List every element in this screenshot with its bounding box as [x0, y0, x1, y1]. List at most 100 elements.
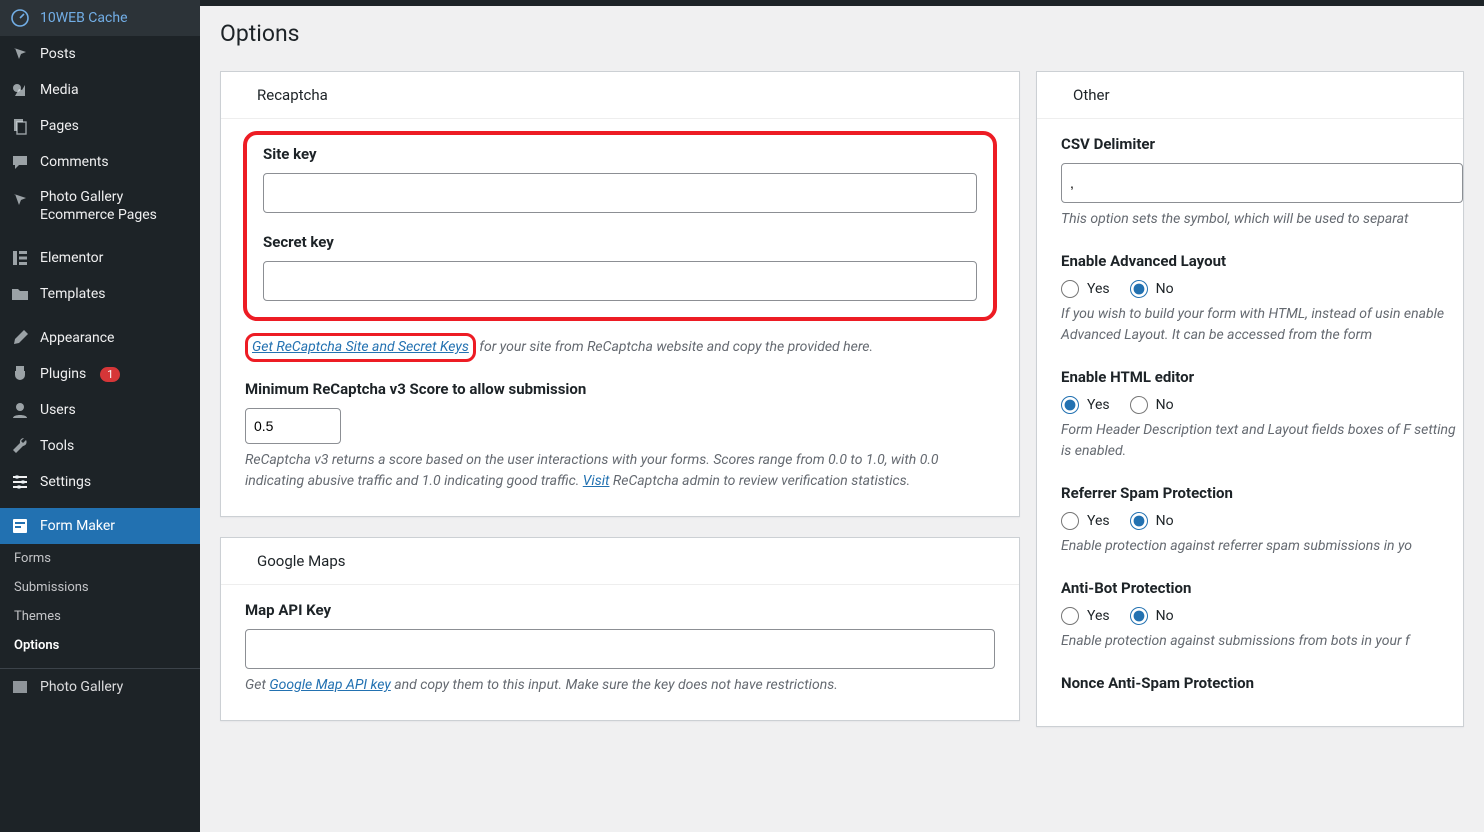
- sidebar-label: Posts: [40, 46, 76, 62]
- csv-delimiter-input[interactable]: [1061, 163, 1463, 203]
- recaptcha-heading: Recaptcha: [221, 72, 1019, 119]
- advanced-layout-no-radio[interactable]: [1130, 280, 1148, 298]
- spam-protection-label: Referrer Spam Protection: [1061, 484, 1463, 502]
- sidebar-label: Form Maker: [40, 518, 115, 534]
- sidebar-item-form-maker[interactable]: Form Maker: [0, 508, 200, 544]
- plugins-badge: 1: [100, 367, 120, 382]
- sidebar-item-settings[interactable]: Settings: [0, 464, 200, 500]
- yes-label: Yes: [1087, 513, 1110, 529]
- html-editor-label: Enable HTML editor: [1061, 368, 1463, 386]
- get-recaptcha-keys-link[interactable]: Get ReCaptcha Site and Secret Keys: [252, 339, 469, 355]
- no-label: No: [1156, 397, 1174, 413]
- advanced-layout-yes-radio[interactable]: [1061, 280, 1079, 298]
- pin-icon: [10, 190, 30, 210]
- sidebar-item-pages[interactable]: Pages: [0, 108, 200, 144]
- site-key-label: Site key: [263, 145, 977, 163]
- elementor-icon: [10, 248, 30, 268]
- min-score-input[interactable]: [245, 408, 341, 444]
- html-editor-desc: Form Header Description text and Layout …: [1061, 420, 1463, 462]
- media-icon: [10, 80, 30, 100]
- map-api-desc: Get Google Map API key and copy them to …: [245, 675, 995, 696]
- sidebar-label: 10WEB Cache: [40, 10, 128, 26]
- pin-icon: [10, 44, 30, 64]
- sidebar-label: Elementor: [40, 250, 103, 266]
- form-icon: [10, 516, 30, 536]
- no-label: No: [1156, 513, 1174, 529]
- sidebar-item-elementor[interactable]: Elementor: [0, 240, 200, 276]
- sidebar-label: Photo Gallery Ecommerce Pages: [40, 188, 190, 224]
- visit-recaptcha-link[interactable]: Visit: [583, 473, 610, 489]
- user-icon: [10, 400, 30, 420]
- sidebar-item-tools[interactable]: Tools: [0, 428, 200, 464]
- spam-protection-desc: Enable protection against referrer spam …: [1061, 536, 1463, 557]
- min-score-label: Minimum ReCaptcha v3 Score to allow subm…: [245, 380, 995, 398]
- get-recaptcha-keys-highlight: Get ReCaptcha Site and Secret Keys: [245, 333, 476, 362]
- sliders-icon: [10, 472, 30, 492]
- recaptcha-get-keys-desc: Get ReCaptcha Site and Secret Keys for y…: [245, 327, 995, 362]
- spam-yes-radio[interactable]: [1061, 512, 1079, 530]
- site-key-input[interactable]: [263, 173, 977, 213]
- plug-icon: [10, 364, 30, 384]
- submenu-submissions[interactable]: Submissions: [0, 573, 200, 602]
- min-score-desc: ReCaptcha v3 returns a score based on th…: [245, 450, 995, 492]
- sidebar-item-posts[interactable]: Posts: [0, 36, 200, 72]
- csv-delimiter-label: CSV Delimiter: [1061, 135, 1463, 153]
- google-maps-card: Google Maps Map API Key Get Google Map A…: [220, 537, 1020, 721]
- map-api-key-label: Map API Key: [245, 601, 995, 619]
- get-keys-rest: for your site from ReCaptcha website and…: [476, 339, 873, 355]
- sidebar-label: Plugins: [40, 366, 86, 382]
- yes-label: Yes: [1087, 281, 1110, 297]
- page-title: Options: [220, 0, 1464, 71]
- antibot-yes-radio[interactable]: [1061, 607, 1079, 625]
- content-area: Options Recaptcha Site key Secret key G: [200, 0, 1484, 832]
- sidebar-label: Settings: [40, 474, 91, 490]
- sidebar-item-plugins[interactable]: Plugins 1: [0, 356, 200, 392]
- yes-label: Yes: [1087, 608, 1110, 624]
- nonce-label: Nonce Anti-Spam Protection: [1061, 674, 1463, 692]
- sidebar-item-comments[interactable]: Comments: [0, 144, 200, 180]
- comment-icon: [10, 152, 30, 172]
- min-score-desc-2: ReCaptcha admin to review verification s…: [609, 473, 910, 489]
- wrench-icon: [10, 436, 30, 456]
- map-api-key-input[interactable]: [245, 629, 995, 669]
- submenu-options[interactable]: Options: [0, 631, 200, 660]
- sidebar-item-templates[interactable]: Templates: [0, 276, 200, 312]
- antibot-desc: Enable protection against submissions fr…: [1061, 631, 1463, 652]
- google-map-api-link[interactable]: Google Map API key: [269, 677, 390, 693]
- yes-label: Yes: [1087, 397, 1110, 413]
- other-heading: Other: [1037, 72, 1463, 119]
- advanced-layout-label: Enable Advanced Layout: [1061, 252, 1463, 270]
- sidebar-item-photo-gallery-2[interactable]: Photo Gallery: [0, 669, 200, 705]
- antibot-label: Anti-Bot Protection: [1061, 579, 1463, 597]
- pages-icon: [10, 116, 30, 136]
- map-desc-post: and copy them to this input. Make sure t…: [391, 677, 838, 693]
- admin-sidebar: 10WEB Cache Posts Media Pages Comments P…: [0, 0, 200, 832]
- advanced-layout-desc: If you wish to build your form with HTML…: [1061, 304, 1463, 346]
- folder-icon: [10, 284, 30, 304]
- sidebar-item-cache[interactable]: 10WEB Cache: [0, 0, 200, 36]
- no-label: No: [1156, 281, 1174, 297]
- secret-key-input[interactable]: [263, 261, 977, 301]
- sidebar-item-users[interactable]: Users: [0, 392, 200, 428]
- secret-key-label: Secret key: [263, 233, 977, 251]
- gauge-icon: [10, 8, 30, 28]
- html-editor-no-radio[interactable]: [1130, 396, 1148, 414]
- sidebar-label: Media: [40, 82, 79, 98]
- html-editor-yes-radio[interactable]: [1061, 396, 1079, 414]
- brush-icon: [10, 328, 30, 348]
- sidebar-label: Photo Gallery: [40, 679, 123, 695]
- sidebar-item-appearance[interactable]: Appearance: [0, 320, 200, 356]
- antibot-no-radio[interactable]: [1130, 607, 1148, 625]
- submenu-themes[interactable]: Themes: [0, 602, 200, 631]
- submenu-forms[interactable]: Forms: [0, 544, 200, 573]
- map-desc-pre: Get: [245, 677, 269, 693]
- csv-delimiter-desc: This option sets the symbol, which will …: [1061, 209, 1463, 230]
- sidebar-label: Templates: [40, 286, 106, 302]
- gallery-icon: [10, 677, 30, 697]
- spam-no-radio[interactable]: [1130, 512, 1148, 530]
- recaptcha-card: Recaptcha Site key Secret key Get ReCapt…: [220, 71, 1020, 517]
- sidebar-item-media[interactable]: Media: [0, 72, 200, 108]
- sidebar-label: Tools: [40, 438, 74, 454]
- sidebar-item-photo-gallery[interactable]: Photo Gallery Ecommerce Pages: [0, 180, 200, 232]
- sidebar-label: Users: [40, 402, 76, 418]
